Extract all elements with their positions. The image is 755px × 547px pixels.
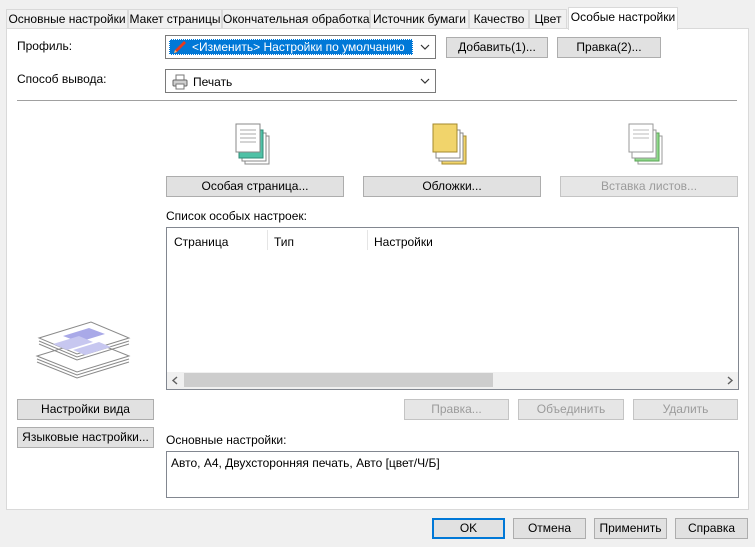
help-button[interactable]: Справка: [675, 518, 748, 539]
view-settings-button[interactable]: Настройки вида: [17, 399, 154, 420]
column-header-settings[interactable]: Настройки: [374, 235, 433, 249]
special-settings-list[interactable]: Страница Тип Настройки: [166, 227, 739, 390]
tab-basic-settings[interactable]: Основные настройки: [6, 9, 128, 29]
tab-color[interactable]: Цвет: [529, 9, 567, 29]
output-method-combo[interactable]: Печать: [165, 69, 436, 93]
column-header-page[interactable]: Страница: [174, 235, 228, 249]
language-settings-button[interactable]: Языковые настройки...: [17, 427, 154, 448]
add-profile-button[interactable]: Добавить(1)...: [446, 37, 548, 58]
page-preview-image: [35, 321, 131, 379]
tab-paper-source[interactable]: Источник бумаги: [370, 9, 469, 29]
pencil-icon: [174, 41, 186, 53]
ok-button[interactable]: OK: [432, 518, 505, 539]
tab-page-layout[interactable]: Макет страницы: [128, 9, 222, 29]
column-divider: [367, 230, 368, 250]
special-list-label: Список особых настроек:: [166, 209, 307, 223]
profile-combo[interactable]: <Изменить> Настройки по умолчанию: [165, 35, 436, 59]
tab-special-settings[interactable]: Особые настройки: [568, 7, 678, 30]
insert-sheets-button[interactable]: Вставка листов...: [560, 176, 738, 197]
profile-value: <Изменить> Настройки по умолчанию: [192, 40, 405, 54]
column-header-type[interactable]: Тип: [274, 235, 294, 249]
output-method-label: Способ вывода:: [17, 72, 107, 86]
scrollbar-thumb[interactable]: [184, 373, 493, 387]
covers-button[interactable]: Обложки...: [363, 176, 541, 197]
tab-quality[interactable]: Качество: [469, 9, 529, 29]
special-page-button[interactable]: Особая страница...: [166, 176, 344, 197]
special-page-icon: [235, 123, 270, 165]
cancel-button[interactable]: Отмена: [513, 518, 586, 539]
covers-icon: [432, 123, 467, 165]
profile-label: Профиль:: [17, 39, 73, 53]
edit-entry-button[interactable]: Правка...: [404, 399, 509, 420]
chevron-down-icon[interactable]: [419, 74, 431, 88]
section-divider: [17, 100, 737, 101]
basic-settings-value: Авто, A4, Двухсторонняя печать, Авто [цв…: [171, 456, 440, 470]
scroll-right-icon[interactable]: [726, 376, 734, 385]
printer-icon: [172, 74, 188, 90]
apply-button[interactable]: Применить: [594, 518, 667, 539]
tab-finishing[interactable]: Окончательная обработка: [222, 9, 370, 29]
chevron-down-icon[interactable]: [419, 40, 431, 54]
column-divider: [267, 230, 268, 250]
edit-profile-button[interactable]: Правка(2)...: [557, 37, 661, 58]
output-method-value: Печать: [193, 75, 233, 89]
merge-button[interactable]: Объединить: [518, 399, 624, 420]
horizontal-scrollbar[interactable]: [167, 372, 738, 389]
basic-settings-label: Основные настройки:: [166, 433, 287, 447]
scroll-left-icon[interactable]: [171, 376, 179, 385]
insert-sheets-icon: [628, 123, 663, 165]
delete-button[interactable]: Удалить: [633, 399, 738, 420]
basic-settings-text: Авто, A4, Двухсторонняя печать, Авто [цв…: [166, 451, 739, 498]
